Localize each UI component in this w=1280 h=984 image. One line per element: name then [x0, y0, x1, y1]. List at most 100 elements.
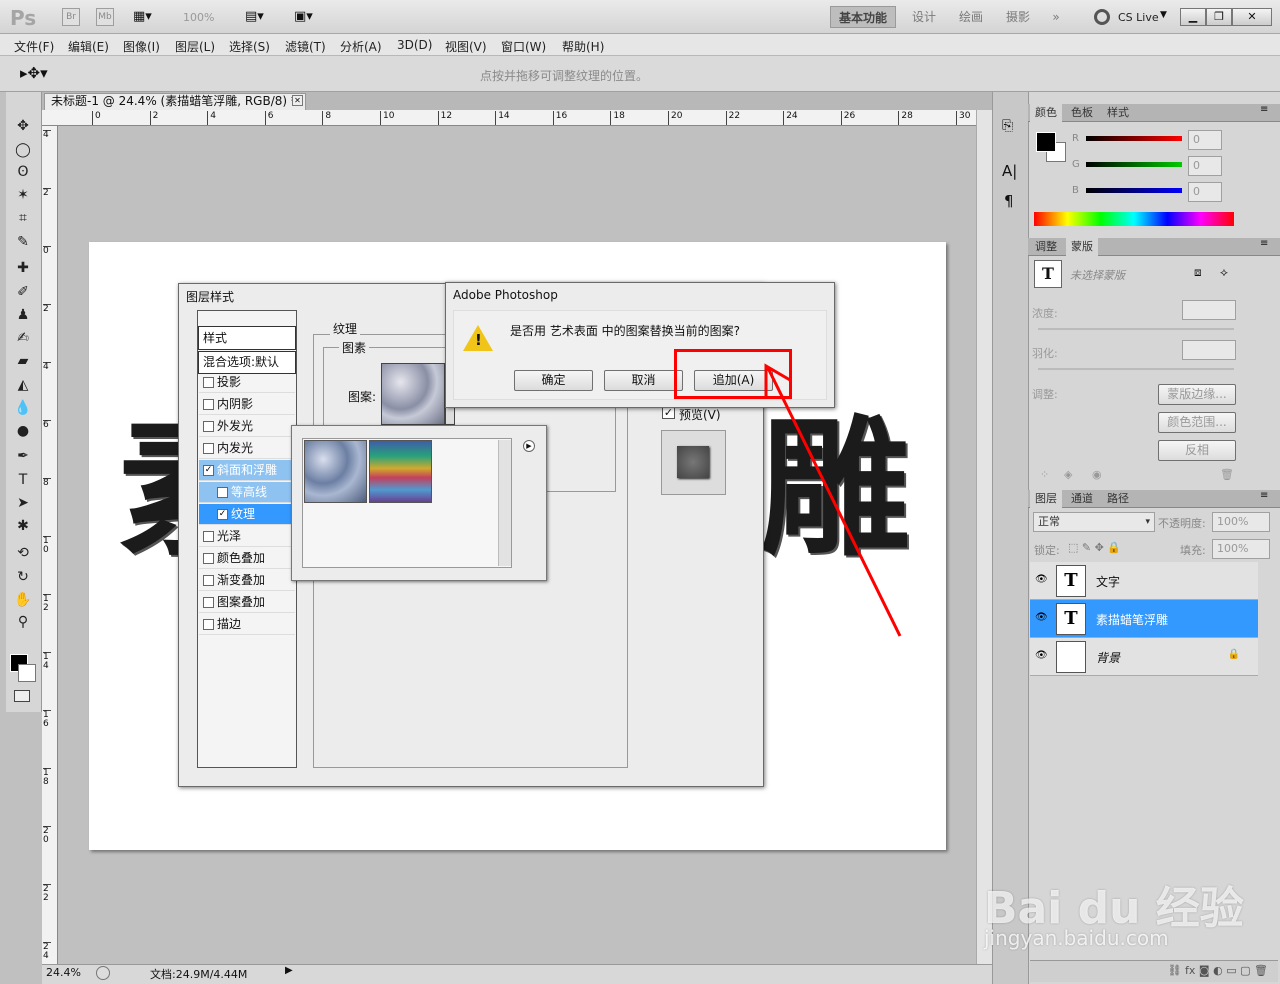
- background-color-swatch[interactable]: [18, 664, 36, 682]
- b-slider[interactable]: [1086, 188, 1182, 193]
- layers-panel-menu-icon[interactable]: ≡: [1260, 490, 1268, 501]
- vertical-scrollbar[interactable]: [976, 110, 992, 964]
- type-tool-icon[interactable]: T: [13, 470, 33, 490]
- density-field[interactable]: [1182, 300, 1236, 320]
- mask-edge-button[interactable]: 蒙版边缘...: [1158, 384, 1236, 405]
- menu-view[interactable]: 视图(V): [445, 38, 487, 55]
- style-checkbox[interactable]: [203, 619, 214, 630]
- workspace-photography[interactable]: 摄影: [1000, 6, 1036, 28]
- bridge-button[interactable]: Br: [62, 8, 80, 26]
- invert-button[interactable]: 反相: [1158, 440, 1236, 461]
- menu-image[interactable]: 图像(I): [123, 38, 160, 55]
- style-item[interactable]: 等高线: [199, 482, 295, 503]
- crop-tool-icon[interactable]: ⌗: [13, 208, 33, 228]
- 3d-rotate-icon[interactable]: ⟲: [13, 543, 33, 563]
- b-value[interactable]: 0: [1188, 182, 1222, 202]
- delete-mask-icon[interactable]: 🗑: [1220, 468, 1234, 481]
- mini-bridge-button[interactable]: Mb: [96, 8, 114, 26]
- blend-mode-select[interactable]: 正常 ▾: [1033, 512, 1155, 532]
- pattern-bubbles-swatch[interactable]: [304, 440, 367, 503]
- style-checkbox[interactable]: [203, 421, 214, 432]
- history-panel-icon[interactable]: ⎘: [1002, 118, 1013, 134]
- color-spectrum-bar[interactable]: [1034, 212, 1234, 226]
- style-checkbox[interactable]: ✓: [217, 509, 228, 520]
- path-selection-icon[interactable]: ➤: [13, 493, 33, 513]
- style-item[interactable]: 内发光: [199, 438, 295, 459]
- tab-masks[interactable]: 蒙版: [1066, 238, 1098, 256]
- tab-paths[interactable]: 路径: [1102, 490, 1134, 508]
- history-brush-icon[interactable]: ✍: [13, 328, 33, 348]
- load-selection-icon[interactable]: ⁘: [1040, 468, 1049, 481]
- color-panel-menu-icon[interactable]: ≡: [1260, 104, 1268, 115]
- pattern-menu-icon[interactable]: ▶: [523, 440, 535, 452]
- tab-styles[interactable]: 样式: [1102, 104, 1134, 122]
- close-button[interactable]: ✕: [1232, 8, 1272, 26]
- tab-channels[interactable]: 通道: [1066, 490, 1098, 508]
- r-slider[interactable]: [1086, 136, 1182, 141]
- ok-button[interactable]: 确定: [514, 370, 593, 391]
- style-checkbox[interactable]: [203, 575, 214, 586]
- tab-adjustments[interactable]: 调整: [1030, 238, 1062, 256]
- pattern-rainbow-swatch[interactable]: [369, 440, 432, 503]
- layer-row[interactable]: 🔒 👁 背景: [1030, 638, 1258, 676]
- styles-header[interactable]: 样式: [198, 326, 296, 350]
- cs-live-icon[interactable]: [1094, 9, 1110, 25]
- pen-tool-icon[interactable]: ✒: [13, 446, 33, 466]
- style-item[interactable]: ✓ 斜面和浮雕: [199, 460, 295, 481]
- menu-select[interactable]: 选择(S): [229, 38, 270, 55]
- menu-layer[interactable]: 图层(L): [175, 38, 215, 55]
- tab-layers[interactable]: 图层: [1030, 490, 1062, 508]
- apply-mask-icon[interactable]: ◈: [1064, 468, 1072, 481]
- menu-file[interactable]: 文件(F): [14, 38, 54, 55]
- visibility-eye-icon[interactable]: 👁: [1035, 574, 1048, 585]
- style-checkbox[interactable]: [203, 399, 214, 410]
- arrange-documents-icon[interactable]: ▤▾: [245, 9, 264, 24]
- status-icon[interactable]: [96, 966, 110, 980]
- minimize-button[interactable]: ▁: [1180, 8, 1206, 26]
- blend-options-item[interactable]: 混合选项:默认: [198, 351, 296, 374]
- menu-help[interactable]: 帮助(H): [562, 38, 604, 55]
- lasso-tool-icon[interactable]: ʘ: [13, 162, 33, 182]
- style-checkbox[interactable]: ✓: [203, 465, 214, 476]
- style-item[interactable]: 图案叠加: [199, 592, 295, 613]
- new-layer-icon[interactable]: ▢: [1240, 964, 1250, 977]
- blur-tool-icon[interactable]: 💧: [13, 398, 33, 418]
- move-tool-preset-icon[interactable]: ▸✥▾: [20, 64, 48, 82]
- menu-edit[interactable]: 编辑(E): [68, 38, 109, 55]
- style-item[interactable]: 外发光: [199, 416, 295, 437]
- zoom-level[interactable]: 100%: [183, 11, 214, 24]
- fill-field[interactable]: 100%: [1212, 539, 1270, 559]
- menu-analysis[interactable]: 分析(A): [340, 38, 382, 55]
- workspace-more-icon[interactable]: »: [1046, 6, 1066, 28]
- disable-mask-icon[interactable]: ◉: [1092, 468, 1102, 481]
- pattern-swatch[interactable]: [381, 363, 445, 425]
- g-slider[interactable]: [1086, 162, 1182, 167]
- layer-row[interactable]: 👁 T 素描蜡笔浮雕: [1030, 600, 1258, 638]
- status-zoom[interactable]: 24.4%: [46, 966, 81, 979]
- lock-icons[interactable]: ⬚ ✎ ✥ 🔒: [1068, 541, 1121, 554]
- cancel-button[interactable]: 取消: [604, 370, 683, 391]
- workspace-essentials[interactable]: 基本功能: [830, 6, 896, 28]
- adjustment-layer-icon[interactable]: ◐: [1213, 964, 1223, 977]
- healing-brush-icon[interactable]: ✚: [13, 258, 33, 278]
- screen-mode-icon[interactable]: ▦▾: [133, 9, 163, 25]
- feather-slider[interactable]: [1038, 368, 1234, 370]
- new-group-icon[interactable]: ▭: [1226, 964, 1236, 977]
- style-item[interactable]: 投影: [199, 372, 295, 393]
- style-item[interactable]: 渐变叠加: [199, 570, 295, 591]
- workspace-painting[interactable]: 绘画: [953, 6, 989, 28]
- cs-live-dropdown-icon[interactable]: ▼: [1160, 10, 1167, 20]
- move-tool-icon[interactable]: ✥: [13, 116, 33, 136]
- delete-layer-icon[interactable]: 🗑: [1254, 964, 1268, 977]
- close-tab-icon[interactable]: ✕: [292, 95, 303, 106]
- dodge-tool-icon[interactable]: ●: [13, 421, 33, 441]
- style-checkbox[interactable]: [203, 597, 214, 608]
- add-mask-icon[interactable]: ◙: [1199, 964, 1210, 977]
- magic-wand-icon[interactable]: ✶: [13, 185, 33, 205]
- tab-color[interactable]: 颜色: [1030, 104, 1062, 122]
- style-item[interactable]: 颜色叠加: [199, 548, 295, 569]
- visibility-eye-icon[interactable]: 👁: [1035, 612, 1048, 623]
- character-panel-icon[interactable]: A|: [1002, 162, 1017, 180]
- 3d-orbit-icon[interactable]: ↻: [13, 567, 33, 587]
- vector-mask-icon[interactable]: ⟡: [1220, 265, 1228, 280]
